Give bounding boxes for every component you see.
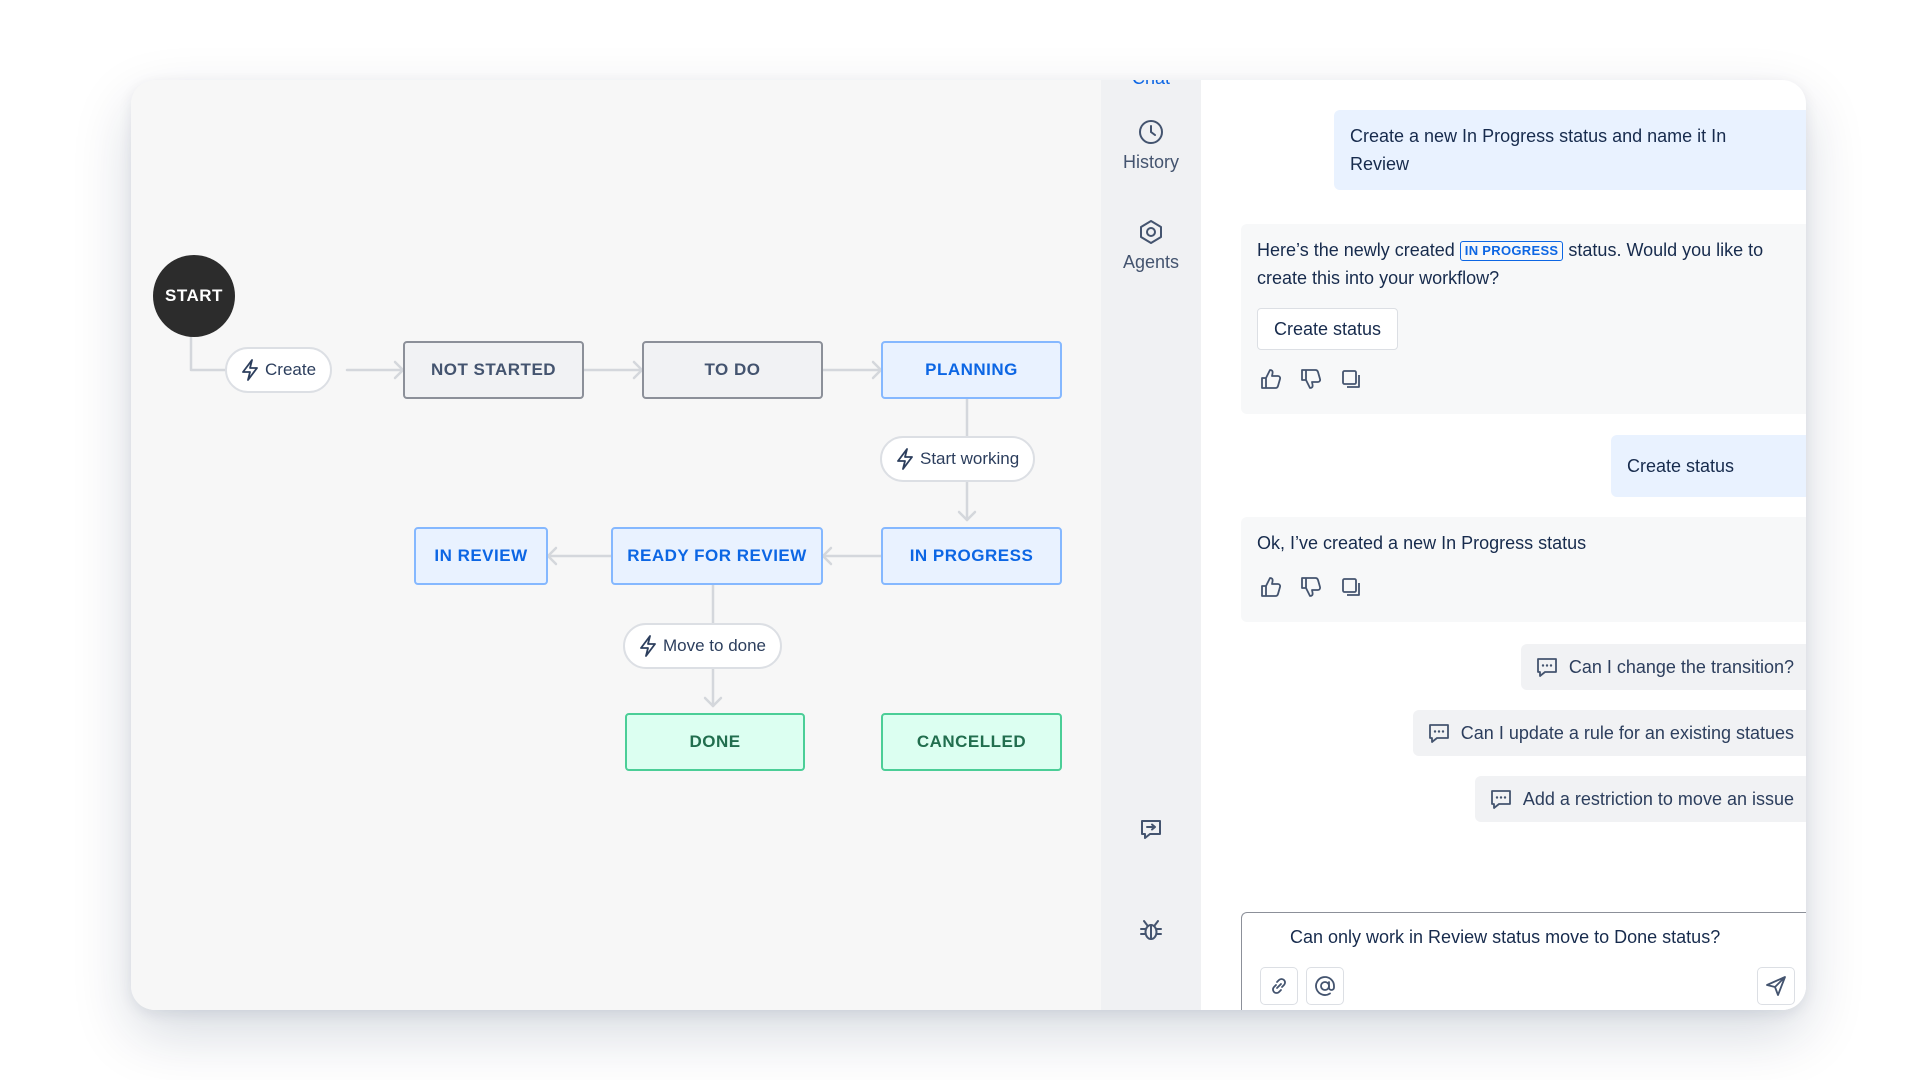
feedback-icon[interactable] [1136,815,1166,845]
feedback-actions [1259,575,1363,599]
side-rail: Chat History Agents [1101,80,1201,1010]
copy-icon[interactable] [1339,575,1363,599]
status-done[interactable]: DONE [625,713,805,771]
suggestion-label: Add a restriction to move an issue [1522,788,1794,809]
transition-start-working[interactable]: Start working [880,436,1036,482]
status-in-review[interactable]: IN REVIEW [414,527,548,585]
status-planning[interactable]: PLANNING [881,341,1062,399]
status-to-do[interactable]: TO DO [642,341,823,399]
chat-bubble-icon [1428,724,1449,743]
chat-panel: Create a new In Progress status and name… [1201,80,1806,1010]
suggestion-chip[interactable]: Can I change the transition? [1520,644,1806,690]
transition-move-to-done[interactable]: Move to done [623,623,783,669]
chat-input[interactable]: Can only work in Review status move to D… [1241,912,1806,1010]
status-lozenge: IN PROGRESS [1459,241,1564,261]
suggestion-chip[interactable]: Add a restriction to move an issue [1474,776,1806,822]
ai-message: Here’s the newly created IN PROGRESS sta… [1241,224,1806,414]
thumbs-down-icon[interactable] [1299,367,1323,391]
ai-message: Ok, I’ve created a new In Progress statu… [1241,517,1806,622]
chat-bubble-icon [1536,658,1557,677]
create-status-button[interactable]: Create status [1257,308,1399,350]
feedback-actions [1259,367,1363,391]
message-text: Ok, I’ve created a new In Progress statu… [1257,533,1587,553]
message-text: Create a new In Progress status and name… [1350,126,1727,174]
chat-bubble-icon [1490,790,1511,809]
status-not-started[interactable]: NOT STARTED [403,341,584,399]
start-node: START [153,255,235,337]
chat-input-value[interactable]: Can only work in Review status move to D… [1290,927,1720,948]
suggestion-label: Can I update a rule for an existing stat… [1460,722,1794,743]
rail-label: Agents [1122,252,1180,272]
transition-label: Move to done [663,636,767,655]
agent-icon [1140,220,1162,244]
lightning-icon [242,359,258,381]
app-window: START Create NOT STARTED TO DO PLANNING … [131,80,1806,1010]
link-icon[interactable] [1260,967,1298,1005]
rail-item-chat[interactable]: Chat [1101,80,1201,89]
copy-icon[interactable] [1339,367,1363,391]
rail-label: History [1122,152,1179,172]
bug-icon[interactable] [1136,915,1166,945]
lightning-icon [640,635,656,657]
lightning-icon [897,448,913,470]
message-text: Here’s the newly created IN PROGRESS sta… [1257,240,1764,288]
user-message: Create status [1611,435,1806,497]
workflow-canvas[interactable]: START Create NOT STARTED TO DO PLANNING … [131,80,1101,1010]
mention-icon[interactable] [1306,967,1344,1005]
message-text: Create status [1627,456,1735,476]
status-cancelled[interactable]: CANCELLED [881,713,1062,771]
rail-item-agents[interactable]: Agents [1101,218,1201,273]
thumbs-down-icon[interactable] [1299,575,1323,599]
suggestion-chip[interactable]: Can I update a rule for an existing stat… [1412,710,1806,756]
thumbs-up-icon[interactable] [1259,367,1283,391]
send-icon[interactable] [1757,967,1795,1005]
rail-item-history[interactable]: History [1101,118,1201,173]
user-message: Create a new In Progress status and name… [1334,110,1806,190]
transition-label: Create [265,360,317,379]
status-in-progress[interactable]: IN PROGRESS [881,527,1062,585]
status-ready-for-review[interactable]: READY FOR REVIEW [611,527,823,585]
suggestion-label: Can I change the transition? [1568,656,1794,677]
thumbs-up-icon[interactable] [1259,575,1283,599]
transition-label: Start working [920,449,1020,468]
clock-icon [1139,120,1163,144]
transition-create[interactable]: Create [225,347,333,393]
